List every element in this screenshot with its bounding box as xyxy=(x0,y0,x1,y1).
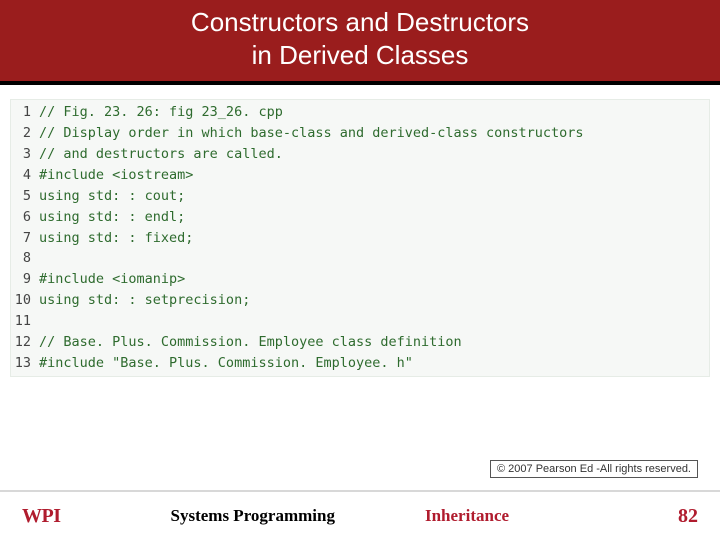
footer-course: Systems Programming xyxy=(171,506,335,526)
code-row: 6using std: : endl; xyxy=(11,207,709,228)
line-number: 3 xyxy=(11,144,39,165)
code-row: 10using std: : setprecision; xyxy=(11,290,709,311)
code-row: 2// Display order in which base-class an… xyxy=(11,123,709,144)
line-number: 12 xyxy=(11,332,39,353)
line-number: 13 xyxy=(11,353,39,374)
title-bar: Constructors and Destructors in Derived … xyxy=(0,0,720,85)
line-number: 9 xyxy=(11,269,39,290)
wpi-logo: WPI xyxy=(22,505,61,528)
code-text: #include <iostream> xyxy=(39,165,193,186)
line-number: 10 xyxy=(11,290,39,311)
code-row: 3// and destructors are called. xyxy=(11,144,709,165)
code-row: 1// Fig. 23. 26: fig 23_26. cpp xyxy=(11,102,709,123)
code-row: 7using std: : fixed; xyxy=(11,228,709,249)
code-block: 1// Fig. 23. 26: fig 23_26. cpp2// Displ… xyxy=(10,99,710,377)
line-number: 2 xyxy=(11,123,39,144)
code-row: 4#include <iostream> xyxy=(11,165,709,186)
line-number: 5 xyxy=(11,186,39,207)
code-row: 13#include "Base. Plus. Commission. Empl… xyxy=(11,353,709,374)
footer: WPI Systems Programming Inheritance 82 xyxy=(0,492,720,540)
code-row: 5using std: : cout; xyxy=(11,186,709,207)
code-text: using std: : cout; xyxy=(39,186,185,207)
code-row: 8 xyxy=(11,248,709,269)
code-text: // Fig. 23. 26: fig 23_26. cpp xyxy=(39,102,283,123)
code-text: // Base. Plus. Commission. Employee clas… xyxy=(39,332,462,353)
code-text: using std: : fixed; xyxy=(39,228,193,249)
slide: Constructors and Destructors in Derived … xyxy=(0,0,720,540)
line-number: 8 xyxy=(11,248,39,269)
page-number: 82 xyxy=(678,505,698,528)
line-number: 7 xyxy=(11,228,39,249)
footer-topic: Inheritance xyxy=(425,506,509,526)
code-text: // and destructors are called. xyxy=(39,144,283,165)
code-text: #include <iomanip> xyxy=(39,269,185,290)
line-number: 1 xyxy=(11,102,39,123)
code-text: // Display order in which base-class and… xyxy=(39,123,584,144)
line-number: 4 xyxy=(11,165,39,186)
title-line-2: in Derived Classes xyxy=(10,39,710,72)
code-text: using std: : setprecision; xyxy=(39,290,250,311)
code-text: using std: : endl; xyxy=(39,207,185,228)
title-line-1: Constructors and Destructors xyxy=(10,6,710,39)
copyright-notice: © 2007 Pearson Ed -All rights reserved. xyxy=(490,460,698,478)
code-row: 9#include <iomanip> xyxy=(11,269,709,290)
line-number: 6 xyxy=(11,207,39,228)
line-number: 11 xyxy=(11,311,39,332)
code-text: #include "Base. Plus. Commission. Employ… xyxy=(39,353,413,374)
code-row: 11 xyxy=(11,311,709,332)
code-row: 12// Base. Plus. Commission. Employee cl… xyxy=(11,332,709,353)
